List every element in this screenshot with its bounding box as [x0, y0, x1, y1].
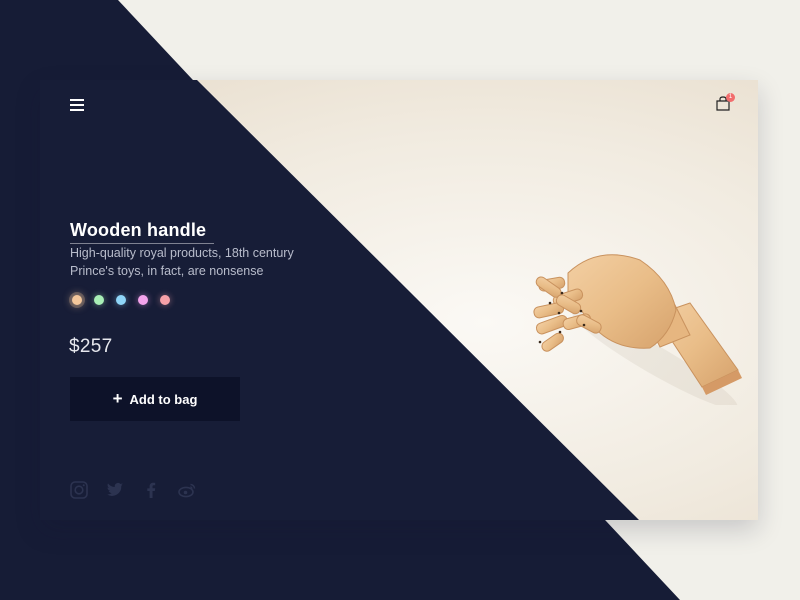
product-card: 1 Wooden handle High-quality royal produ…: [40, 80, 758, 520]
facebook-icon[interactable]: [141, 480, 161, 500]
description-line-2: Prince's toys, in fact, are nonsense: [70, 264, 264, 278]
cart-count-badge: 1: [726, 93, 735, 102]
product-description: High-quality royal products, 18th centur…: [70, 244, 330, 280]
color-swatch-1[interactable]: [72, 295, 82, 305]
description-line-1: High-quality royal products, 18th centur…: [70, 246, 294, 260]
add-to-bag-button[interactable]: + Add to bag: [70, 377, 240, 421]
menu-icon[interactable]: [70, 99, 84, 111]
product-price: $257: [69, 336, 113, 357]
color-swatch-5[interactable]: [160, 295, 170, 305]
color-swatch-2[interactable]: [94, 295, 104, 305]
instagram-icon[interactable]: [69, 480, 89, 500]
twitter-icon[interactable]: [105, 480, 125, 500]
add-to-bag-label: Add to bag: [129, 391, 198, 407]
wooden-hand-image: [533, 254, 742, 405]
weibo-icon[interactable]: [177, 480, 197, 500]
plus-icon: +: [112, 388, 123, 408]
color-swatch-3[interactable]: [116, 295, 126, 305]
color-swatch-4[interactable]: [138, 295, 148, 305]
product-title: Wooden handle: [70, 220, 207, 240]
